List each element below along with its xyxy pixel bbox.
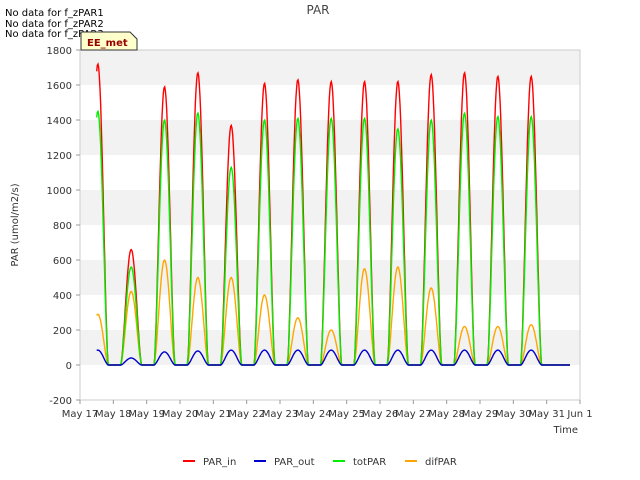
y-tick-label: 1600 — [47, 81, 72, 92]
x-tick-label: May 18 — [95, 409, 132, 420]
x-tick-label: May 19 — [128, 409, 165, 420]
y-tick-label: 1200 — [47, 151, 72, 162]
x-axis-label: Time — [553, 425, 578, 436]
y-tick-label: 0 — [66, 361, 72, 372]
x-tick-label: May 23 — [262, 409, 299, 420]
y-axis-ticks: -200 0 200 400 600 800 1000 1200 1400 1600 1800 — [47, 46, 80, 407]
legend: PAR_in PAR_out totPAR difPAR — [183, 457, 457, 468]
x-tick-label: May 21 — [195, 409, 232, 420]
x-tick-label: May 22 — [228, 409, 265, 420]
x-tick-label: May 20 — [162, 409, 199, 420]
legend-label: difPAR — [425, 457, 457, 468]
y-axis-label: PAR (umol/m2/s) — [10, 183, 21, 266]
legend-label: PAR_out — [274, 457, 315, 468]
chart-title: PAR — [306, 3, 329, 17]
grid-band — [80, 190, 580, 225]
x-tick-label: May 24 — [295, 409, 332, 420]
grid-band — [80, 155, 580, 190]
x-tick-label: May 26 — [362, 409, 399, 420]
x-tick-label: Jun 1 — [566, 409, 592, 420]
grid-band — [80, 365, 580, 400]
x-tick-label: May 17 — [62, 409, 99, 420]
x-tick-label: May 28 — [428, 409, 465, 420]
y-tick-label: -200 — [49, 396, 72, 407]
station-label-box: EE_met — [80, 31, 138, 51]
y-tick-label: 600 — [53, 256, 72, 267]
legend-label: PAR_in — [203, 457, 236, 468]
y-tick-label: 400 — [53, 291, 72, 302]
x-tick-label: May 30 — [495, 409, 532, 420]
x-tick-label: May 31 — [528, 409, 565, 420]
x-axis-ticks: May 17May 18May 19May 20May 21May 22May … — [62, 400, 593, 420]
x-tick-label: May 27 — [395, 409, 432, 420]
y-tick-label: 1400 — [47, 116, 72, 127]
x-tick-label: May 25 — [328, 409, 365, 420]
grid-band — [80, 50, 580, 85]
y-tick-label: 1000 — [47, 186, 72, 197]
par-chart: -200 0 200 400 600 800 1000 1200 1400 1600 1800 Ma… — [10, 3, 593, 468]
station-label: EE_met — [87, 38, 128, 49]
y-tick-label: 800 — [53, 221, 72, 232]
y-tick-label: 200 — [53, 326, 72, 337]
x-tick-label: May 29 — [462, 409, 499, 420]
legend-label: totPAR — [353, 457, 386, 468]
y-tick-label: 1800 — [47, 46, 72, 57]
